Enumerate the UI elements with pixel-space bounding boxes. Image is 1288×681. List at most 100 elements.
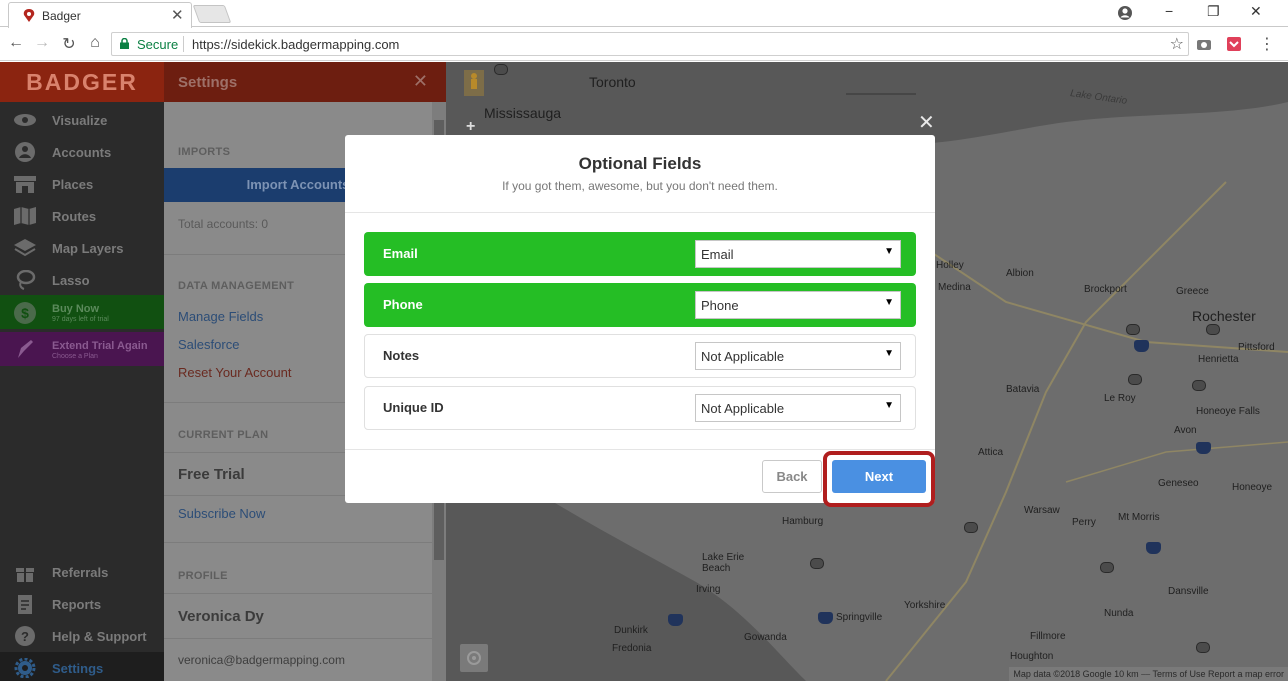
choose-plan-label: Choose a Plan: [52, 353, 98, 360]
map-city-label: Geneseo: [1158, 478, 1199, 489]
map-city-label: Springville: [836, 612, 883, 623]
pocket-extension-icon[interactable]: [1226, 36, 1242, 52]
dropdown-arrow-icon: ▼: [884, 297, 894, 308]
nav-lasso[interactable]: Lasso: [0, 264, 164, 296]
back-button[interactable]: Back: [762, 460, 822, 493]
svg-text:?: ?: [21, 629, 29, 644]
current-plan-header: CURRENT PLAN: [178, 429, 269, 441]
subscribe-now-link[interactable]: Subscribe Now: [178, 506, 265, 521]
browser-tab[interactable]: Badger ✕: [8, 2, 192, 28]
divider: [345, 212, 935, 213]
manage-fields-link[interactable]: Manage Fields: [178, 309, 263, 324]
address-bar[interactable]: Secure https://sidekick.badgermapping.co…: [111, 32, 1189, 56]
email-field-select[interactable]: Email ▼: [695, 240, 901, 268]
minimize-button[interactable]: −: [1165, 3, 1173, 19]
reset-account-link[interactable]: Reset Your Account: [178, 365, 291, 380]
pegman-icon[interactable]: [464, 70, 484, 96]
select-value: Not Applicable: [701, 401, 785, 416]
nav-label: Routes: [52, 209, 97, 224]
unique-id-field-select[interactable]: Not Applicable ▼: [695, 394, 901, 422]
nav-reports[interactable]: Reports: [0, 588, 164, 620]
map-city-label: Batavia: [1006, 384, 1040, 395]
map-city-label: Fillmore: [1030, 631, 1066, 642]
field-row-email: Email Email ▼: [364, 232, 916, 276]
map-city-label: Avon: [1174, 425, 1197, 436]
nav-referrals[interactable]: Referrals: [0, 556, 164, 588]
profile-name: Veronica Dy: [178, 608, 264, 625]
pencil-icon: [18, 340, 33, 358]
browser-toolbar: ← → ↻ ⌂ Secure https://sidekick.badgerma…: [0, 28, 1288, 61]
divider: [164, 593, 432, 594]
nav-label: Referrals: [52, 565, 109, 580]
modal-close-icon[interactable]: ✕: [918, 110, 935, 135]
nav-visualize[interactable]: Visualize: [0, 104, 164, 136]
tab-title: Badger: [42, 9, 81, 23]
map-city-label: Henrietta: [1198, 354, 1239, 365]
back-arrow-icon[interactable]: ←: [6, 34, 26, 52]
nav-label: Help & Support: [52, 629, 147, 644]
phone-field-select[interactable]: Phone ▼: [695, 291, 901, 319]
nav-places[interactable]: Places: [0, 168, 164, 200]
url-text[interactable]: https://sidekick.badgermapping.com: [192, 37, 399, 52]
nav-label: Map Layers: [52, 241, 124, 256]
nav-map-layers[interactable]: Map Layers: [0, 232, 164, 264]
store-icon: [14, 176, 36, 193]
buy-now-button[interactable]: $ Buy Now 97 days left of trial: [0, 295, 164, 329]
badger-logo: BADGER: [0, 62, 164, 102]
modal-subtitle: If you got them, awesome, but you don't …: [502, 179, 778, 193]
nav-routes[interactable]: Routes: [0, 200, 164, 232]
menu-kebab-icon[interactable]: ⋮: [1257, 34, 1277, 54]
highway-shield-icon: [1196, 642, 1210, 653]
next-button[interactable]: Next: [832, 460, 926, 493]
map-city-label: Houghton: [1010, 651, 1054, 662]
highway-shield-icon: [1126, 324, 1140, 335]
map-city-label: Honeoye Falls: [1196, 406, 1260, 417]
buy-now-label: Buy Now: [52, 303, 100, 315]
camera-extension-icon[interactable]: [1196, 36, 1212, 52]
select-value: Not Applicable: [701, 349, 785, 364]
svg-text:$: $: [21, 305, 29, 321]
highway-shield-icon: [494, 64, 508, 75]
map-city-label: Rochester: [1192, 308, 1256, 324]
restore-button[interactable]: ❐: [1207, 3, 1220, 20]
nav-label: Settings: [52, 661, 104, 676]
divider: [164, 638, 432, 639]
dropdown-arrow-icon: ▼: [884, 400, 894, 411]
profile-icon[interactable]: [1117, 5, 1133, 21]
tab-close-icon[interactable]: ✕: [171, 6, 184, 24]
extend-trial-button[interactable]: Extend Trial Again Choose a Plan: [0, 332, 164, 366]
map-icon: [14, 207, 36, 225]
map-city-label: Dunkirk: [614, 625, 648, 636]
map-city-label: Nunda: [1104, 608, 1134, 619]
new-tab-button[interactable]: [192, 5, 232, 23]
map-city-label: Mississauga: [484, 105, 562, 121]
field-row-notes: Notes Not Applicable ▼: [364, 334, 916, 378]
nav-accounts[interactable]: Accounts: [0, 136, 164, 168]
extend-trial-label: Extend Trial Again: [52, 340, 148, 352]
gear-icon: [14, 658, 36, 678]
interstate-shield-icon: [1134, 340, 1149, 352]
field-label: Notes: [383, 348, 420, 363]
reload-icon[interactable]: ↻: [59, 34, 79, 54]
data-management-header: DATA MANAGEMENT: [178, 280, 295, 292]
secure-label: Secure: [137, 37, 179, 52]
close-window-button[interactable]: ✕: [1250, 3, 1262, 20]
nav-settings[interactable]: Settings: [0, 652, 164, 681]
lasso-icon: [16, 270, 36, 290]
imports-header: IMPORTS: [178, 146, 231, 158]
highway-shield-icon: [1206, 324, 1220, 335]
close-icon[interactable]: ✕: [413, 71, 428, 92]
bookmark-star-icon[interactable]: ☆: [1170, 34, 1184, 54]
notes-field-select[interactable]: Not Applicable ▼: [695, 342, 901, 370]
nav-label: Visualize: [52, 113, 108, 128]
map-city-label: Perry: [1072, 517, 1096, 528]
nav-help-support[interactable]: ? Help & Support: [0, 620, 164, 652]
interstate-shield-icon: [1196, 442, 1211, 454]
divider: [345, 449, 935, 450]
zoom-in-icon[interactable]: +: [466, 118, 475, 136]
salesforce-link[interactable]: Salesforce: [178, 337, 239, 352]
home-icon[interactable]: ⌂: [85, 34, 105, 52]
forward-arrow-icon[interactable]: →: [32, 34, 52, 52]
recenter-button[interactable]: [460, 644, 488, 672]
map-city-label: Toronto: [589, 74, 636, 90]
